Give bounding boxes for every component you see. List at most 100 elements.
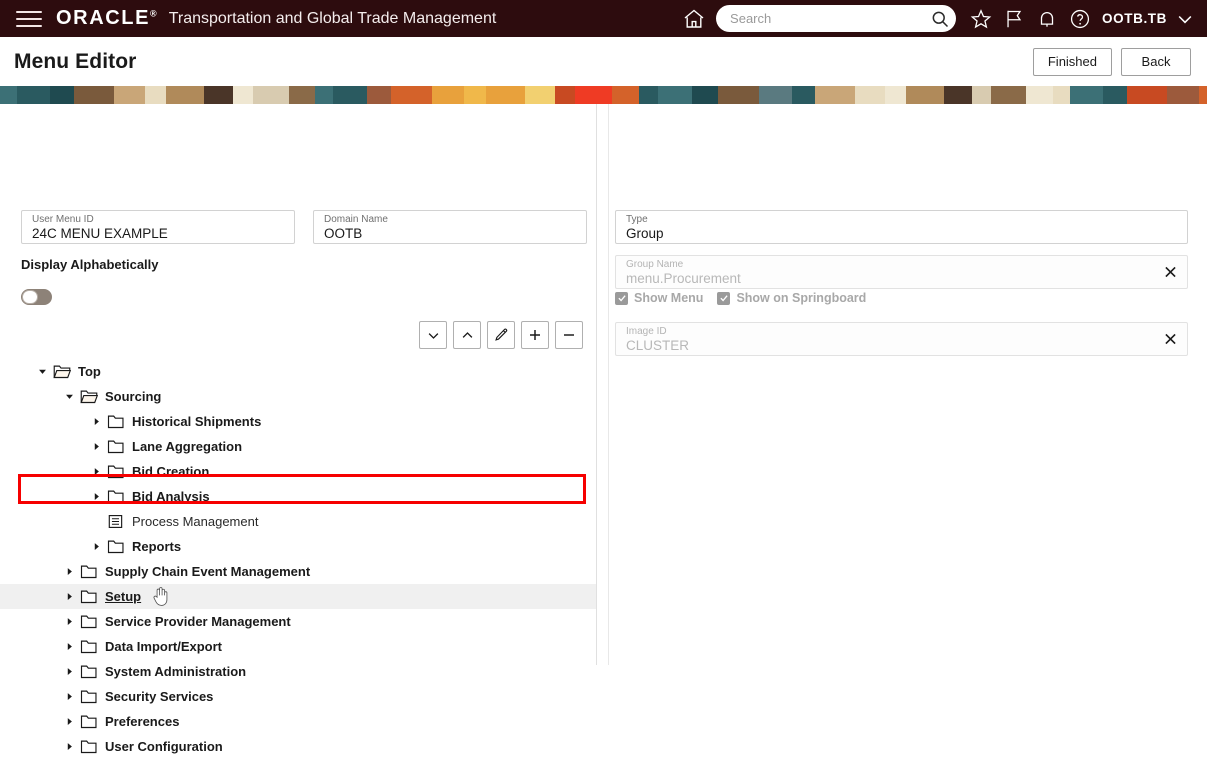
banner-segment [692, 86, 718, 104]
user-menu-id-field[interactable]: User Menu ID 24C MENU EXAMPLE [21, 210, 295, 244]
type-value: Group [626, 226, 664, 241]
tree-node-data-import-export[interactable]: Data Import/Export [0, 634, 596, 659]
chevron-right-icon[interactable] [63, 715, 76, 728]
app-title: Transportation and Global Trade Manageme… [168, 9, 497, 27]
tree-node-sourcing[interactable]: Sourcing [0, 384, 596, 409]
tree-node-label: Service Provider Management [105, 614, 291, 629]
tree-node-reports[interactable]: Reports [0, 534, 596, 559]
chevron-right-icon[interactable] [90, 440, 103, 453]
tree-node-user-configuration[interactable]: User Configuration [0, 734, 596, 759]
chevron-right-icon[interactable] [63, 590, 76, 603]
tree-node-label: Reports [132, 539, 182, 554]
plus-icon [530, 330, 540, 340]
show-on-springboard-checkbox[interactable] [717, 291, 731, 305]
banner-segment [1167, 86, 1199, 104]
move-up-button[interactable] [453, 321, 481, 349]
folder-icon [80, 690, 97, 704]
banner-segment [884, 86, 907, 104]
back-button[interactable]: Back [1121, 47, 1191, 76]
banner-segment [0, 86, 17, 104]
menu-tree: Top Sourcing Historical Shipments Lane Aggr… [0, 359, 596, 759]
banner-segment [971, 86, 992, 104]
folder-icon [80, 640, 97, 654]
user-menu-label[interactable]: OOTB.TB [1102, 11, 1167, 26]
image-id-field[interactable]: Image ID CLUSTER [615, 322, 1188, 356]
chevron-right-icon[interactable] [63, 640, 76, 653]
tree-node-label: Supply Chain Event Management [105, 564, 311, 579]
show-on-springboard-label: Show on Springboard [736, 291, 867, 305]
page-title: Menu Editor [14, 49, 137, 73]
bell-icon[interactable] [1036, 8, 1058, 30]
chevron-down-icon[interactable] [1175, 9, 1195, 29]
document-icon [108, 515, 123, 528]
tree-node-supply-chain-event-management[interactable]: Supply Chain Event Management [0, 559, 596, 584]
remove-button[interactable] [555, 321, 583, 349]
tree-node-security-services[interactable]: Security Services [0, 684, 596, 709]
hamburger-menu-icon[interactable] [16, 9, 42, 29]
tree-node-process-management[interactable]: Process Management [0, 509, 596, 534]
show-menu-label: Show Menu [634, 291, 704, 305]
group-name-field[interactable]: Group Name menu.Procurement [615, 255, 1188, 289]
chevron-right-icon[interactable] [63, 565, 76, 578]
tree-node-setup[interactable]: Setup [0, 584, 596, 609]
tree-node-lane-aggregation[interactable]: Lane Aggregation [0, 434, 596, 459]
domain-name-value: OOTB [324, 226, 363, 241]
close-icon[interactable] [1162, 264, 1179, 281]
toggle-knob [22, 290, 38, 304]
tree-node-historical-shipments[interactable]: Historical Shipments [0, 409, 596, 434]
banner-segment [611, 86, 640, 104]
chevron-down-icon [428, 332, 438, 339]
chevron-right-icon[interactable] [63, 615, 76, 628]
tree-node-top[interactable]: Top [0, 359, 596, 384]
question-circle-icon[interactable] [1069, 8, 1091, 30]
main-content: User Menu ID 24C MENU EXAMPLE Domain Nam… [0, 104, 1207, 754]
tree-node-service-provider-management[interactable]: Service Provider Management [0, 609, 596, 634]
tree-node-bid-creation[interactable]: Bid Creation [0, 459, 596, 484]
star-icon[interactable] [970, 8, 992, 30]
folder-icon [80, 565, 97, 579]
chevron-right-icon[interactable] [63, 690, 76, 703]
chevron-right-icon[interactable] [90, 490, 103, 503]
move-down-button[interactable] [419, 321, 447, 349]
flag-icon[interactable] [1003, 8, 1025, 30]
show-menu-checkbox[interactable] [615, 291, 628, 305]
chevron-right-icon[interactable] [90, 465, 103, 478]
banner-segment [791, 86, 816, 104]
tree-node-system-administration[interactable]: System Administration [0, 659, 596, 684]
banner-segment [1052, 86, 1070, 104]
banner-segment [113, 86, 145, 104]
chevron-right-icon[interactable] [90, 415, 103, 428]
tree-node-preferences[interactable]: Preferences [0, 709, 596, 734]
page-actions: Finished Back [1032, 47, 1207, 76]
banner-segment [554, 86, 576, 104]
chevron-right-icon[interactable] [63, 740, 76, 753]
banner-segment [463, 86, 487, 104]
banner-segment [1127, 86, 1168, 104]
folder-icon [107, 415, 124, 429]
add-button[interactable] [521, 321, 549, 349]
chevron-right-icon[interactable] [90, 540, 103, 553]
banner-segment [391, 86, 433, 104]
display-alphabetically-toggle[interactable] [21, 289, 52, 305]
edit-button[interactable] [487, 321, 515, 349]
finished-button[interactable]: Finished [1032, 47, 1112, 76]
search-box[interactable] [716, 5, 957, 32]
folder-icon [80, 615, 97, 629]
folder-icon [80, 590, 97, 604]
search-icon[interactable] [930, 9, 950, 29]
chevron-down-icon[interactable] [36, 365, 49, 378]
close-icon[interactable] [1162, 331, 1179, 348]
chevron-down-icon[interactable] [63, 390, 76, 403]
search-input[interactable] [730, 11, 931, 26]
type-field[interactable]: Type Group [615, 210, 1188, 244]
home-icon[interactable] [682, 7, 706, 31]
domain-name-field[interactable]: Domain Name OOTB [313, 210, 587, 244]
chevron-right-icon[interactable] [63, 665, 76, 678]
banner-segment [717, 86, 760, 104]
tree-node-bid-analysis[interactable]: Bid Analysis [0, 484, 596, 509]
banner-segment [166, 86, 205, 104]
menu-item-detail-panel: Type Group Group Name menu.Procurement S… [609, 104, 1207, 665]
chevron-up-icon [462, 331, 472, 338]
banner-segment [333, 86, 367, 104]
domain-name-label: Domain Name [324, 214, 388, 225]
